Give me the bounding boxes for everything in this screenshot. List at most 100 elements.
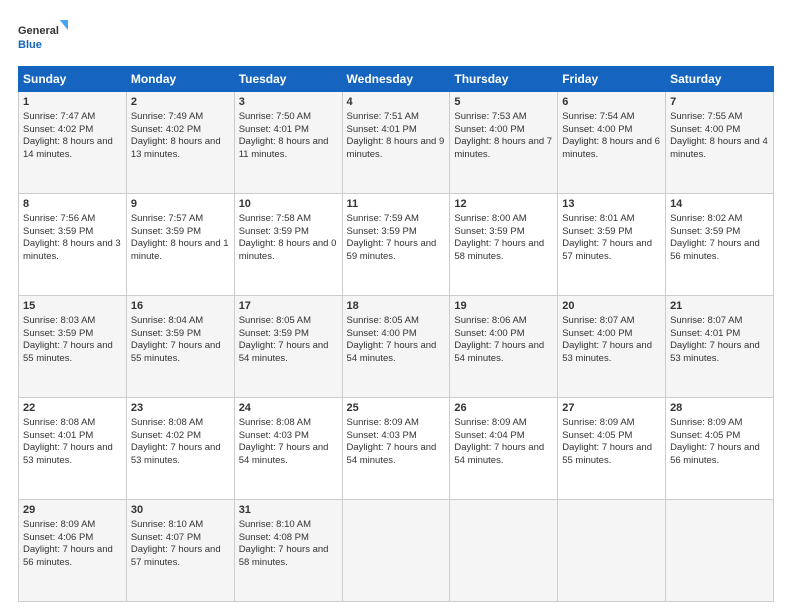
day-header-tuesday: Tuesday [234,67,342,92]
sunset-text: Sunset: 4:05 PM [562,430,632,441]
week-row-1: 1Sunrise: 7:47 AMSunset: 4:02 PMDaylight… [19,92,774,194]
calendar-cell: 1Sunrise: 7:47 AMSunset: 4:02 PMDaylight… [19,92,127,194]
sunset-text: Sunset: 3:59 PM [239,328,309,339]
calendar-cell [666,500,774,602]
sunset-text: Sunset: 4:00 PM [562,328,632,339]
day-number: 21 [670,299,769,314]
daylight-text: Daylight: 7 hours and 54 minutes. [239,340,329,364]
sunset-text: Sunset: 3:59 PM [23,328,93,339]
sunset-text: Sunset: 3:59 PM [562,226,632,237]
sunset-text: Sunset: 4:00 PM [670,124,740,135]
sunset-text: Sunset: 3:59 PM [131,328,201,339]
calendar-cell: 24Sunrise: 8:08 AMSunset: 4:03 PMDayligh… [234,398,342,500]
sunrise-text: Sunrise: 8:09 AM [562,417,634,428]
day-number: 5 [454,95,553,110]
week-row-2: 8Sunrise: 7:56 AMSunset: 3:59 PMDaylight… [19,194,774,296]
calendar-cell [342,500,450,602]
sunset-text: Sunset: 4:04 PM [454,430,524,441]
calendar-cell: 21Sunrise: 8:07 AMSunset: 4:01 PMDayligh… [666,296,774,398]
week-row-5: 29Sunrise: 8:09 AMSunset: 4:06 PMDayligh… [19,500,774,602]
calendar-cell: 10Sunrise: 7:58 AMSunset: 3:59 PMDayligh… [234,194,342,296]
daylight-text: Daylight: 7 hours and 54 minutes. [454,340,544,364]
daylight-text: Daylight: 8 hours and 11 minutes. [239,136,329,160]
daylight-text: Daylight: 7 hours and 54 minutes. [347,340,437,364]
sunrise-text: Sunrise: 7:53 AM [454,111,526,122]
sunrise-text: Sunrise: 7:54 AM [562,111,634,122]
sunset-text: Sunset: 4:07 PM [131,532,201,543]
sunrise-text: Sunrise: 8:07 AM [562,315,634,326]
sunset-text: Sunset: 4:05 PM [670,430,740,441]
sunset-text: Sunset: 4:03 PM [347,430,417,441]
sunrise-text: Sunrise: 7:59 AM [347,213,419,224]
day-number: 7 [670,95,769,110]
day-number: 14 [670,197,769,212]
sunrise-text: Sunrise: 8:05 AM [347,315,419,326]
sunset-text: Sunset: 3:59 PM [670,226,740,237]
sunset-text: Sunset: 4:00 PM [454,124,524,135]
calendar-header: SundayMondayTuesdayWednesdayThursdayFrid… [19,67,774,92]
daylight-text: Daylight: 7 hours and 53 minutes. [670,340,760,364]
calendar-cell: 30Sunrise: 8:10 AMSunset: 4:07 PMDayligh… [126,500,234,602]
calendar-cell: 20Sunrise: 8:07 AMSunset: 4:00 PMDayligh… [558,296,666,398]
daylight-text: Daylight: 8 hours and 6 minutes. [562,136,660,160]
sunset-text: Sunset: 3:59 PM [23,226,93,237]
daylight-text: Daylight: 7 hours and 58 minutes. [239,544,329,568]
sunrise-text: Sunrise: 7:57 AM [131,213,203,224]
daylight-text: Daylight: 8 hours and 3 minutes. [23,238,121,262]
day-number: 16 [131,299,230,314]
daylight-text: Daylight: 7 hours and 57 minutes. [562,238,652,262]
calendar-cell: 15Sunrise: 8:03 AMSunset: 3:59 PMDayligh… [19,296,127,398]
week-row-4: 22Sunrise: 8:08 AMSunset: 4:01 PMDayligh… [19,398,774,500]
day-number: 17 [239,299,338,314]
calendar-table: SundayMondayTuesdayWednesdayThursdayFrid… [18,66,774,602]
daylight-text: Daylight: 7 hours and 56 minutes. [23,544,113,568]
sunset-text: Sunset: 4:06 PM [23,532,93,543]
day-number: 23 [131,401,230,416]
daylight-text: Daylight: 7 hours and 56 minutes. [670,238,760,262]
calendar-cell: 8Sunrise: 7:56 AMSunset: 3:59 PMDaylight… [19,194,127,296]
sunset-text: Sunset: 4:02 PM [131,430,201,441]
daylight-text: Daylight: 7 hours and 55 minutes. [23,340,113,364]
day-number: 10 [239,197,338,212]
day-header-saturday: Saturday [666,67,774,92]
week-row-3: 15Sunrise: 8:03 AMSunset: 3:59 PMDayligh… [19,296,774,398]
sunrise-text: Sunrise: 8:06 AM [454,315,526,326]
sunrise-text: Sunrise: 7:49 AM [131,111,203,122]
sunrise-text: Sunrise: 8:08 AM [131,417,203,428]
day-number: 20 [562,299,661,314]
sunset-text: Sunset: 4:01 PM [239,124,309,135]
sunset-text: Sunset: 3:59 PM [131,226,201,237]
daylight-text: Daylight: 8 hours and 9 minutes. [347,136,445,160]
daylight-text: Daylight: 8 hours and 0 minutes. [239,238,337,262]
days-of-week-row: SundayMondayTuesdayWednesdayThursdayFrid… [19,67,774,92]
daylight-text: Daylight: 7 hours and 56 minutes. [670,442,760,466]
sunrise-text: Sunrise: 8:05 AM [239,315,311,326]
calendar-cell: 14Sunrise: 8:02 AM Sunset: 3:59 PMDayligh… [666,194,774,296]
daylight-text: Daylight: 7 hours and 53 minutes. [23,442,113,466]
calendar-cell: 13Sunrise: 8:01 AMSunset: 3:59 PMDayligh… [558,194,666,296]
calendar-cell: 12Sunrise: 8:00 AMSunset: 3:59 PMDayligh… [450,194,558,296]
day-header-wednesday: Wednesday [342,67,450,92]
calendar-body: 1Sunrise: 7:47 AMSunset: 4:02 PMDaylight… [19,92,774,602]
calendar-cell: 11Sunrise: 7:59 AMSunset: 3:59 PMDayligh… [342,194,450,296]
sunset-text: Sunset: 4:00 PM [347,328,417,339]
calendar-cell [558,500,666,602]
sunset-text: Sunset: 4:00 PM [562,124,632,135]
calendar-cell: 29Sunrise: 8:09 AMSunset: 4:06 PMDayligh… [19,500,127,602]
daylight-text: Daylight: 7 hours and 53 minutes. [131,442,221,466]
day-number: 12 [454,197,553,212]
sunrise-text: Sunrise: 8:02 AM [670,213,742,224]
sunrise-text: Sunrise: 8:07 AM [670,315,742,326]
sunset-text: Sunset: 4:08 PM [239,532,309,543]
day-number: 19 [454,299,553,314]
calendar-cell: 19Sunrise: 8:06 AMSunset: 4:00 PMDayligh… [450,296,558,398]
day-number: 31 [239,503,338,518]
sunset-text: Sunset: 4:03 PM [239,430,309,441]
calendar-cell [450,500,558,602]
day-number: 24 [239,401,338,416]
sunrise-text: Sunrise: 7:58 AM [239,213,311,224]
daylight-text: Daylight: 8 hours and 1 minute. [131,238,229,262]
calendar-cell: 3Sunrise: 7:50 AMSunset: 4:01 PMDaylight… [234,92,342,194]
day-number: 28 [670,401,769,416]
sunrise-text: Sunrise: 7:50 AM [239,111,311,122]
